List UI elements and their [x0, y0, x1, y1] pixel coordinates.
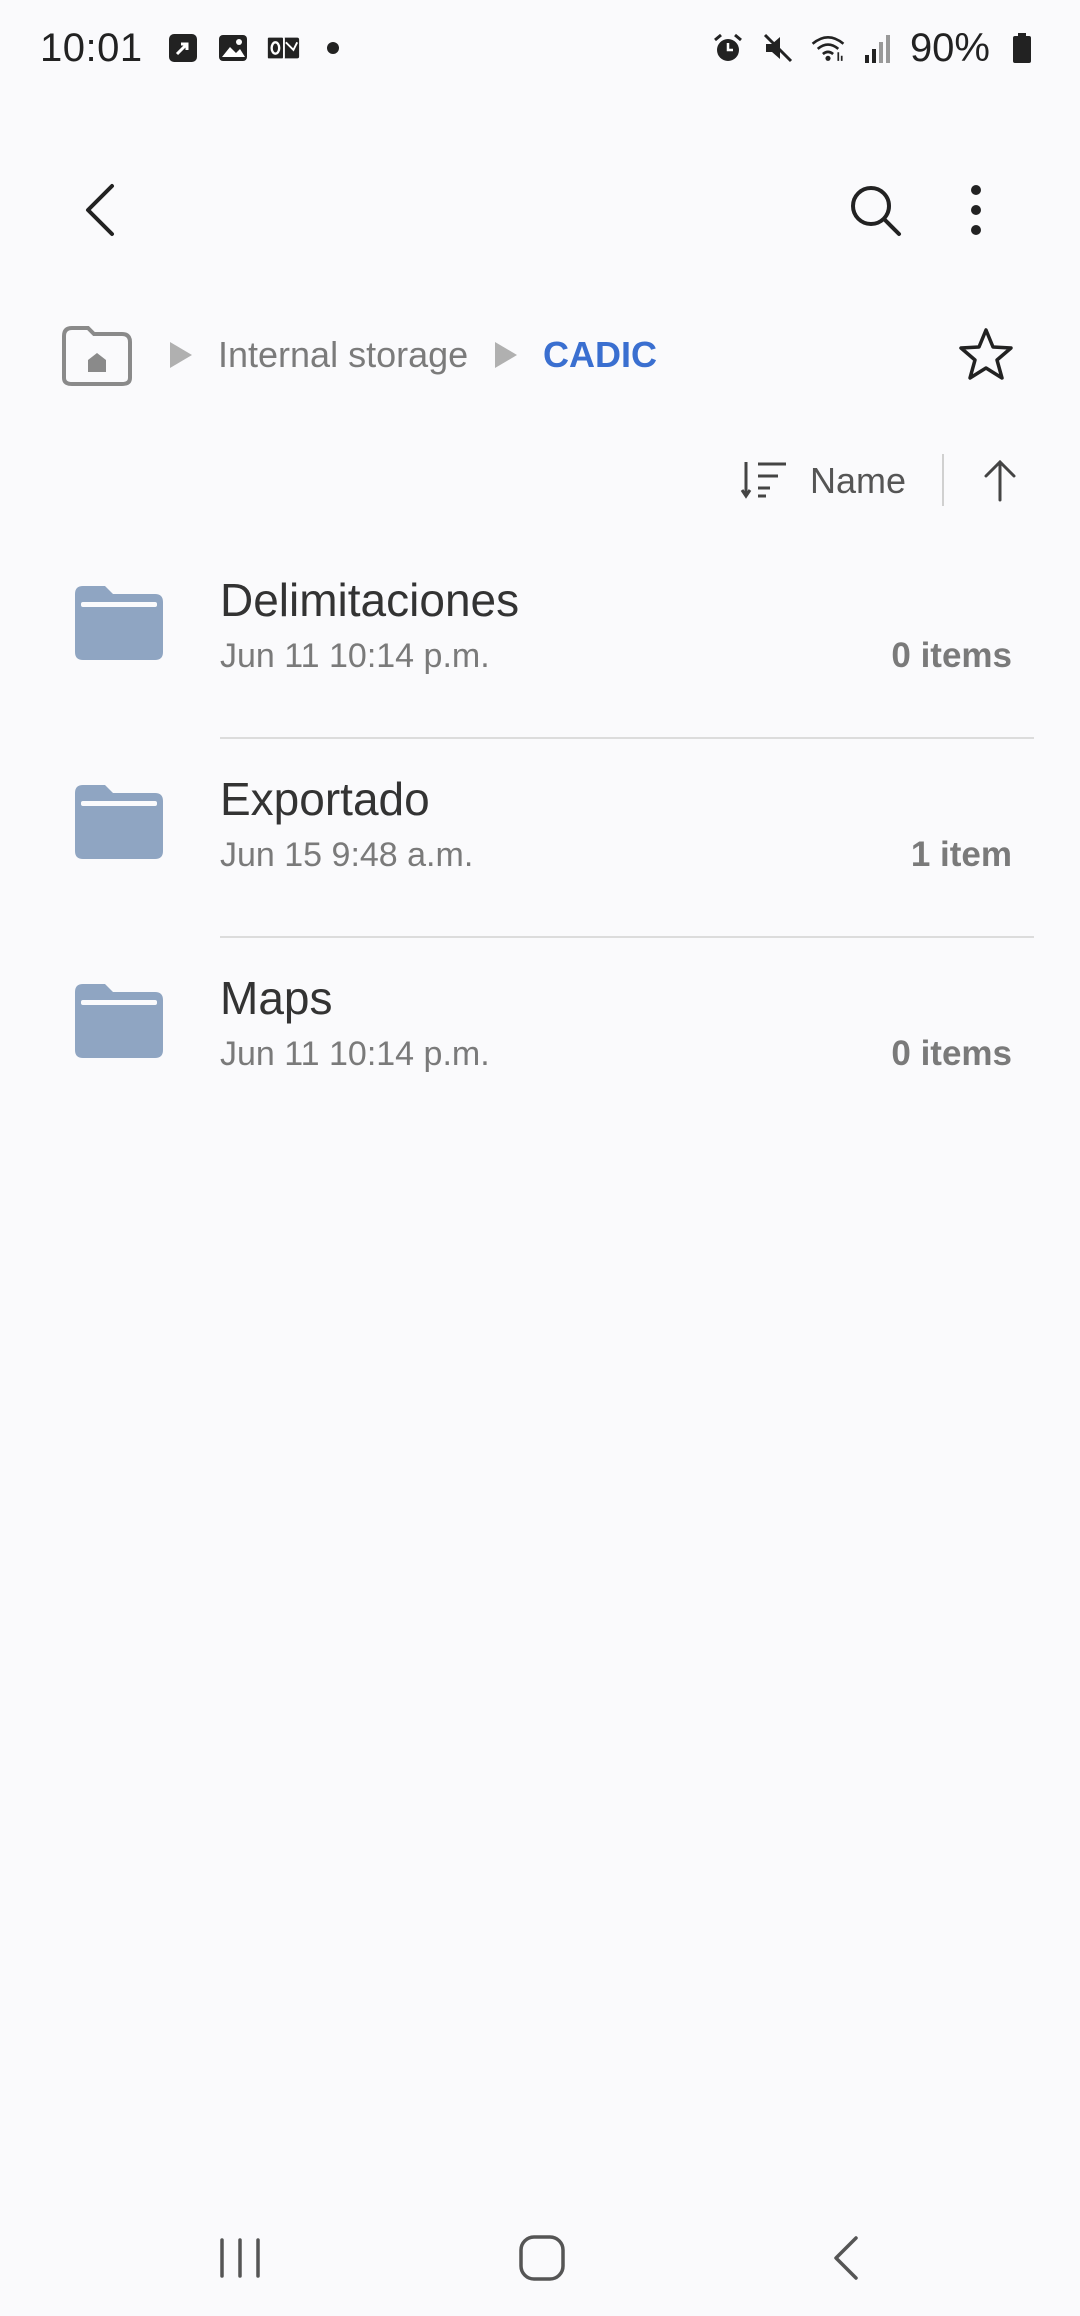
search-button[interactable] [835, 170, 915, 250]
sort-direction-button[interactable] [970, 448, 1030, 512]
breadcrumb-item-current[interactable]: CADIC [543, 332, 657, 378]
home-folder-icon [62, 326, 132, 386]
system-icons: 90% [710, 26, 1040, 71]
notification-icons [165, 30, 351, 66]
folder-name: Exportado [220, 773, 430, 825]
folder-date: Jun 11 10:14 p.m. [220, 637, 490, 675]
folder-row-maps[interactable]: Maps Jun 11 10:14 p.m. 0 items [0, 938, 1080, 1137]
breadcrumb-home[interactable] [58, 322, 136, 390]
folder-date: Jun 11 10:14 p.m. [220, 1035, 490, 1073]
breadcrumb-separator-icon [495, 342, 517, 368]
breadcrumb: Internal storage CADIC [0, 310, 1080, 400]
search-icon [851, 186, 901, 236]
sort-divider [942, 454, 944, 506]
nav-back-icon[interactable] [820, 2228, 870, 2288]
folder-icon [75, 785, 163, 859]
folder-name: Maps [220, 972, 333, 1024]
file-list: Delimitaciones Jun 11 10:14 p.m. 0 items… [0, 540, 1080, 1137]
breadcrumb-separator-icon [170, 342, 192, 368]
folder-icon [75, 586, 163, 660]
sort-icon[interactable] [740, 458, 790, 502]
folder-date: Jun 15 9:48 a.m. [220, 836, 474, 874]
star-outline-icon [959, 328, 1013, 380]
mute-icon [760, 30, 796, 66]
alarm-icon [710, 30, 746, 66]
outlook-icon [265, 30, 301, 66]
wifi-icon [810, 30, 846, 66]
dot-icon [315, 30, 351, 66]
back-icon [86, 184, 114, 236]
back-button[interactable] [60, 170, 140, 250]
status-time: 10:01 [40, 25, 143, 70]
folder-row-delimitaciones[interactable]: Delimitaciones Jun 11 10:14 p.m. 0 items [0, 540, 1080, 739]
folder-row-exportado[interactable]: Exportado Jun 15 9:48 a.m. 1 item [0, 739, 1080, 938]
sort-by-label[interactable]: Name [810, 458, 906, 504]
missed-call-icon [165, 30, 201, 66]
battery-percent: 90% [909, 25, 990, 70]
folder-name: Delimitaciones [220, 574, 520, 626]
favorite-button[interactable] [946, 314, 1026, 394]
more-vert-icon [971, 185, 981, 235]
folder-item-count: 0 items [891, 1034, 1012, 1073]
battery-icon [1004, 30, 1040, 66]
screen: 10:01 90% Internal storage CADIC Name De… [0, 0, 1080, 2316]
home-icon[interactable] [512, 2228, 572, 2288]
folder-item-count: 0 items [891, 636, 1012, 675]
status-bar: 10:01 90% [0, 0, 1080, 96]
breadcrumb-item-internal-storage[interactable]: Internal storage [218, 332, 468, 378]
signal-icon [860, 30, 896, 66]
sort-bar: Name [0, 440, 1080, 520]
arrow-up-icon [984, 459, 1016, 502]
gallery-icon [215, 30, 251, 66]
system-nav-bar [0, 2200, 1080, 2316]
folder-icon [75, 984, 163, 1058]
recent-apps-icon[interactable] [210, 2230, 270, 2286]
app-bar [0, 150, 1080, 270]
folder-item-count: 1 item [910, 835, 1012, 874]
more-options-button[interactable] [936, 170, 1016, 250]
